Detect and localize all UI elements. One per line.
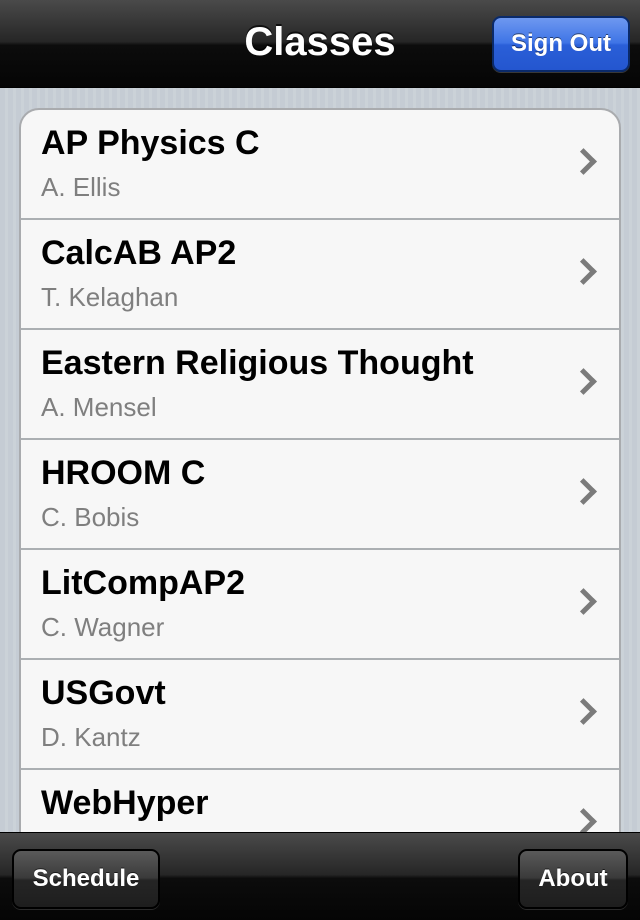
class-name: WebHyper <box>41 784 209 822</box>
schedule-button[interactable]: Schedule <box>12 849 160 909</box>
class-name: USGovt <box>41 674 166 712</box>
teacher-name: C. Wagner <box>41 612 165 642</box>
class-row[interactable]: Eastern Religious Thought A. Mensel <box>21 330 619 440</box>
class-name: HROOM C <box>41 454 206 492</box>
navigation-bar: Classes Sign Out <box>0 0 640 88</box>
class-name: CalcAB AP2 <box>41 234 237 272</box>
chevron-right-icon <box>570 698 597 725</box>
about-button[interactable]: About <box>518 849 628 909</box>
class-row[interactable]: LitCompAP2 C. Wagner <box>21 550 619 660</box>
class-row[interactable]: USGovt D. Kantz <box>21 660 619 770</box>
teacher-name: C. Bobis <box>41 502 140 532</box>
class-name: AP Physics C <box>41 124 260 162</box>
teacher-name: A. Ellis <box>41 172 121 202</box>
teacher-name: A. Mensel <box>41 392 157 422</box>
class-row[interactable]: AP Physics C A. Ellis <box>21 110 619 220</box>
chevron-right-icon <box>570 808 597 832</box>
class-name: Eastern Religious Thought <box>41 344 474 382</box>
chevron-right-icon <box>570 588 597 615</box>
classes-list: AP Physics C A. Ellis CalcAB AP2 T. Kela… <box>19 108 621 832</box>
bottom-toolbar: Schedule About <box>0 832 640 920</box>
chevron-right-icon <box>570 258 597 285</box>
class-row[interactable]: HROOM C C. Bobis <box>21 440 619 550</box>
teacher-name: T. Kelaghan <box>41 282 179 312</box>
class-row[interactable]: WebHyper <box>21 770 619 832</box>
chevron-right-icon <box>570 368 597 395</box>
teacher-name: D. Kantz <box>41 722 141 752</box>
sign-out-button[interactable]: Sign Out <box>492 16 630 72</box>
class-name: LitCompAP2 <box>41 564 245 602</box>
class-row[interactable]: CalcAB AP2 T. Kelaghan <box>21 220 619 330</box>
chevron-right-icon <box>570 148 597 175</box>
classes-content[interactable]: AP Physics C A. Ellis CalcAB AP2 T. Kela… <box>0 88 640 832</box>
chevron-right-icon <box>570 478 597 505</box>
